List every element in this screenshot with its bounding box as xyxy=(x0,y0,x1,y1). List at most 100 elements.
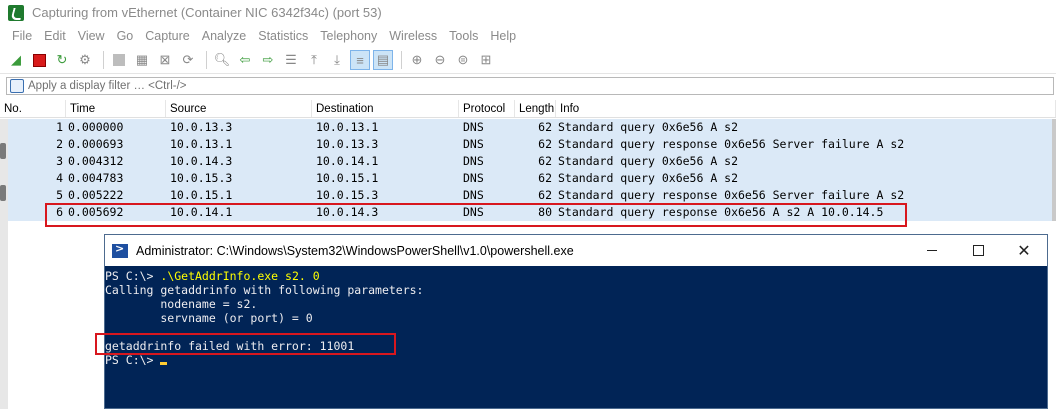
packet-source: 10.0.15.3 xyxy=(170,171,233,185)
open-file-icon[interactable] xyxy=(109,50,129,70)
autoscroll-icon[interactable]: ≡ xyxy=(350,50,370,70)
packet-list-scrollbar[interactable] xyxy=(1052,119,1056,221)
packet-time: 0.005222 xyxy=(68,188,124,202)
packet-destination: 10.0.13.3 xyxy=(316,137,379,151)
restart-capture-icon[interactable]: ↻ xyxy=(52,50,72,70)
packet-row[interactable]: 2 0.000693 10.0.13.1 10.0.13.3 DNS 62 St… xyxy=(0,136,1056,153)
menu-telephony[interactable]: Telephony xyxy=(314,29,383,43)
packet-protocol: DNS xyxy=(463,137,484,151)
go-forward-icon[interactable]: ⇨ xyxy=(258,50,278,70)
menu-analyze[interactable]: Analyze xyxy=(196,29,252,43)
go-back-icon[interactable]: ⇦ xyxy=(235,50,255,70)
column-source[interactable]: Source xyxy=(166,100,312,117)
minimize-icon[interactable] xyxy=(909,235,955,266)
wireshark-titlebar: Capturing from vEthernet (Container NIC … xyxy=(0,0,1056,25)
packet-time: 0.005692 xyxy=(68,205,124,219)
close-icon[interactable]: ✕ xyxy=(1001,235,1047,266)
go-to-packet-icon[interactable]: ☰ xyxy=(281,50,301,70)
packet-destination: 10.0.14.3 xyxy=(316,205,379,219)
packet-time: 0.004312 xyxy=(68,154,124,168)
bookmark-filter-icon[interactable] xyxy=(10,79,24,93)
packet-no: 1 xyxy=(56,120,63,134)
menu-edit[interactable]: Edit xyxy=(38,29,72,43)
display-filter-input[interactable]: Apply a display filter … <Ctrl-/> xyxy=(28,80,187,92)
display-filter-bar[interactable]: Apply a display filter … <Ctrl-/> xyxy=(6,77,1054,95)
reload-file-icon[interactable]: ⟳ xyxy=(178,50,198,70)
packet-row[interactable]: 1 0.000000 10.0.13.3 10.0.13.1 DNS 62 St… xyxy=(0,119,1056,136)
packet-protocol: DNS xyxy=(463,120,484,134)
packet-list: 1 0.000000 10.0.13.3 10.0.13.1 DNS 62 St… xyxy=(0,119,1056,221)
zoom-in-icon[interactable]: ⊕ xyxy=(407,50,427,70)
last-packet-icon[interactable]: ⤓ xyxy=(327,50,347,70)
console-output[interactable]: PS C:\> .\GetAddrInfo.exe s2. 0 Calling … xyxy=(105,266,1047,409)
packet-protocol: DNS xyxy=(463,154,484,168)
packet-length: 62 xyxy=(538,171,552,185)
packet-length: 62 xyxy=(538,154,552,168)
packet-info: Standard query response 0x6e56 Server fa… xyxy=(558,137,905,151)
console-line: servname (or port) = 0 xyxy=(105,311,313,325)
zoom-out-icon[interactable]: ⊖ xyxy=(430,50,450,70)
packet-no: 2 xyxy=(56,137,63,151)
stop-capture-icon[interactable] xyxy=(29,50,49,70)
command-text: .\GetAddrInfo.exe s2. 0 xyxy=(160,269,320,283)
resize-columns-icon[interactable]: ⊞ xyxy=(476,50,496,70)
packet-info: Standard query 0x6e56 A s2 xyxy=(558,120,739,134)
packet-source: 10.0.14.3 xyxy=(170,154,233,168)
column-length[interactable]: Length xyxy=(515,100,556,117)
packet-row[interactable]: 5 0.005222 10.0.15.1 10.0.15.3 DNS 62 St… xyxy=(0,187,1056,204)
menu-capture[interactable]: Capture xyxy=(139,29,195,43)
capture-options-icon[interactable]: ⚙ xyxy=(75,50,95,70)
menu-bar: File Edit View Go Capture Analyze Statis… xyxy=(0,25,1056,47)
maximize-icon[interactable] xyxy=(955,235,1001,266)
column-time[interactable]: Time xyxy=(66,100,166,117)
menu-view[interactable]: View xyxy=(72,29,111,43)
packet-no: 5 xyxy=(56,188,63,202)
menu-wireless[interactable]: Wireless xyxy=(383,29,443,43)
column-destination[interactable]: Destination xyxy=(312,100,459,117)
wireshark-fin-icon xyxy=(8,4,24,21)
packet-row[interactable]: 3 0.004312 10.0.14.3 10.0.14.1 DNS 62 St… xyxy=(0,153,1056,170)
packet-time: 0.004783 xyxy=(68,171,124,185)
colorize-icon[interactable]: ▤ xyxy=(373,50,393,70)
packet-source: 10.0.13.1 xyxy=(170,137,233,151)
powershell-icon xyxy=(112,242,128,258)
menu-help[interactable]: Help xyxy=(484,29,522,43)
menu-statistics[interactable]: Statistics xyxy=(252,29,314,43)
close-file-icon[interactable]: ⊠ xyxy=(155,50,175,70)
menu-file[interactable]: File xyxy=(6,29,38,43)
menu-tools[interactable]: Tools xyxy=(443,29,484,43)
packet-info: Standard query 0x6e56 A s2 xyxy=(558,171,739,185)
prompt: PS C:\> xyxy=(105,269,161,283)
packet-destination: 10.0.13.1 xyxy=(316,120,379,134)
find-packet-icon[interactable]: 🔍︎ xyxy=(212,50,232,70)
column-protocol[interactable]: Protocol xyxy=(459,100,515,117)
window-controls: ✕ xyxy=(909,235,1047,266)
powershell-titlebar: Administrator: C:\Windows\System32\Windo… xyxy=(105,235,1047,266)
packet-row[interactable]: 6 0.005692 10.0.14.1 10.0.14.3 DNS 80 St… xyxy=(0,204,1056,221)
packet-source: 10.0.15.1 xyxy=(170,188,233,202)
powershell-title: Administrator: C:\Windows\System32\Windo… xyxy=(136,243,574,258)
packet-length: 62 xyxy=(538,137,552,151)
packet-row[interactable]: 4 0.004783 10.0.15.3 10.0.15.1 DNS 62 St… xyxy=(0,170,1056,187)
normal-size-icon[interactable]: ⊜ xyxy=(453,50,473,70)
main-toolbar: ◢ ↻ ⚙ ▦ ⊠ ⟳ 🔍︎ ⇦ ⇨ ☰ ⤒ ⤓ ≡ ▤ ⊕ ⊖ ⊜ ⊞ xyxy=(0,47,1056,74)
packet-protocol: DNS xyxy=(463,205,484,219)
packet-source: 10.0.13.3 xyxy=(170,120,233,134)
powershell-window: Administrator: C:\Windows\System32\Windo… xyxy=(104,234,1048,409)
first-packet-icon[interactable]: ⤒ xyxy=(304,50,324,70)
packet-list-header: No. Time Source Destination Protocol Len… xyxy=(0,100,1056,118)
packet-destination: 10.0.15.1 xyxy=(316,171,379,185)
packet-length: 62 xyxy=(538,188,552,202)
packet-info: Standard query 0x6e56 A s2 xyxy=(558,154,739,168)
packet-protocol: DNS xyxy=(463,188,484,202)
console-line: PS C:\> xyxy=(105,353,1047,367)
column-info[interactable]: Info xyxy=(556,100,1056,117)
console-line: PS C:\> .\GetAddrInfo.exe s2. 0 xyxy=(105,269,1047,283)
start-capture-icon[interactable]: ◢ xyxy=(6,50,26,70)
menu-go[interactable]: Go xyxy=(111,29,140,43)
column-no[interactable]: No. xyxy=(0,100,66,117)
save-file-icon[interactable]: ▦ xyxy=(132,50,152,70)
background-window-edge xyxy=(0,119,8,409)
packet-no: 3 xyxy=(56,154,63,168)
